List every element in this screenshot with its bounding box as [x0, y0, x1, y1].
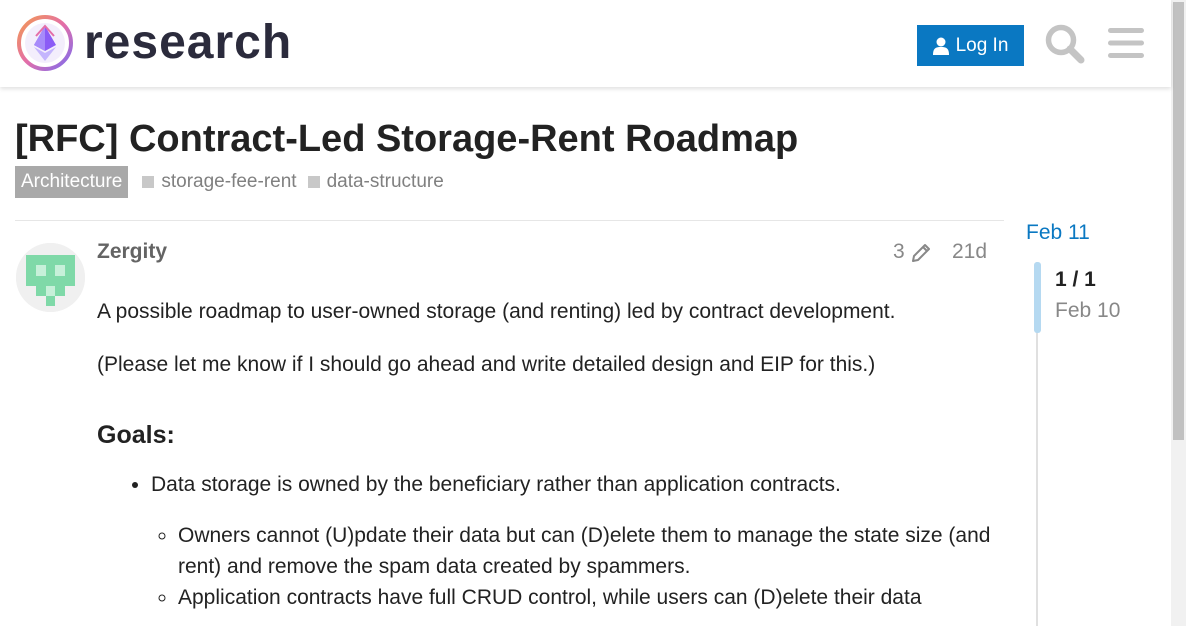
- post-author-username[interactable]: Zergity: [97, 240, 167, 264]
- edit-history-button[interactable]: 3: [893, 240, 933, 264]
- topic-title[interactable]: [RFC] Contract-Led Storage-Rent Roadmap: [15, 118, 798, 161]
- scrollbar-thumb[interactable]: [1173, 2, 1184, 440]
- site-brand-name[interactable]: research: [84, 14, 292, 72]
- post-body: A possible roadmap to user-owned storage…: [97, 296, 997, 626]
- timeline-start-date[interactable]: Feb 11: [1026, 221, 1090, 245]
- user-icon: [932, 37, 949, 55]
- post-heading-goals: Goals:: [97, 421, 175, 449]
- edit-count: 3: [893, 240, 905, 263]
- hamburger-menu-icon[interactable]: [1105, 22, 1147, 64]
- avatar[interactable]: [16, 243, 85, 312]
- search-icon[interactable]: [1043, 22, 1085, 64]
- ethereum-research-logo-icon[interactable]: [16, 14, 74, 72]
- tag-data-structure[interactable]: data-structure: [307, 171, 444, 193]
- site-header: research Log In: [0, 0, 1171, 87]
- timeline-current-date: Feb 10: [1055, 299, 1121, 322]
- list-item: Application contracts have full CRUD con…: [178, 582, 997, 613]
- topic-tags-row: Architecture storage-fee-rent data-struc…: [15, 166, 444, 198]
- log-in-label: Log In: [955, 34, 1009, 56]
- post-paragraph: A possible roadmap to user-owned storage…: [97, 300, 896, 323]
- tag-label: data-structure: [326, 171, 444, 192]
- list-item-text: Data storage is owned by the beneficiary…: [151, 473, 841, 496]
- tag-storage-fee-rent[interactable]: storage-fee-rent: [142, 171, 297, 193]
- tag-square-icon: [142, 176, 155, 188]
- tag-square-icon: [307, 176, 320, 188]
- tag-label: storage-fee-rent: [161, 171, 297, 192]
- post-age[interactable]: 21d: [952, 240, 987, 264]
- log-in-button[interactable]: Log In: [917, 25, 1024, 66]
- list-item: Owners cannot (U)pdate their data but ca…: [178, 520, 997, 582]
- post-paragraph: (Please let me know if I should go ahead…: [97, 353, 876, 376]
- identicon-avatar-icon: [16, 243, 85, 312]
- pencil-icon: [911, 244, 930, 262]
- category-badge[interactable]: Architecture: [15, 166, 129, 198]
- page-scrollbar[interactable]: [1171, 0, 1186, 626]
- timeline-scroll-handle[interactable]: [1034, 262, 1041, 333]
- title-divider: [15, 220, 1004, 221]
- timeline-position: 1 / 1: [1055, 268, 1096, 291]
- list-item: Data storage is owned by the beneficiary…: [151, 469, 997, 613]
- sub-goals-list: Owners cannot (U)pdate their data but ca…: [178, 520, 997, 613]
- goals-list: Data storage is owned by the beneficiary…: [151, 469, 997, 613]
